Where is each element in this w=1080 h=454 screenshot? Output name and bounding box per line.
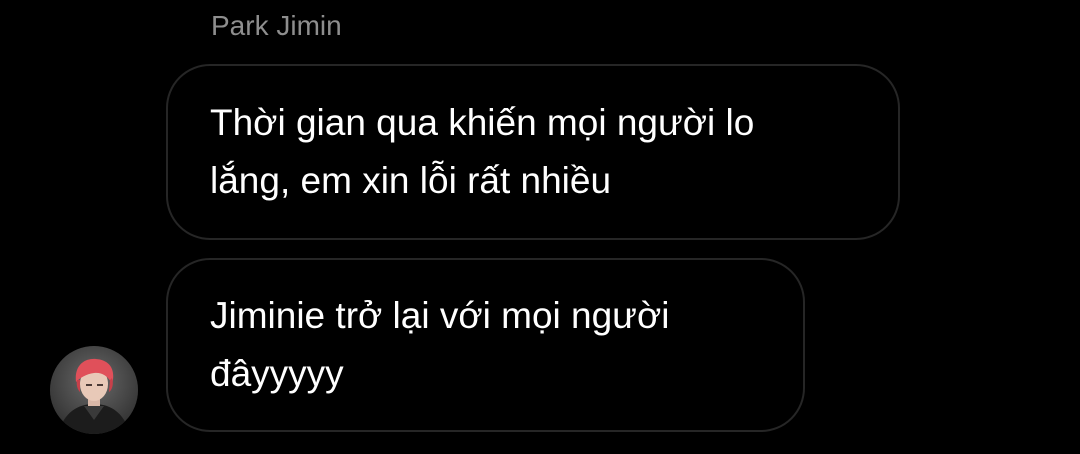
sender-avatar[interactable]: [50, 346, 138, 434]
message-text: Thời gian qua khiến mọi người lo lắng, e…: [210, 102, 755, 201]
message-bubble[interactable]: Jiminie trở lại với mọi người đâyyyyy: [166, 258, 805, 432]
chat-screen: Park Jimin Thời gian qua khiến mọi người…: [0, 0, 1080, 454]
avatar-photo-icon: [50, 346, 138, 434]
message-text: Jiminie trở lại với mọi người đâyyyyy: [210, 295, 670, 394]
sender-name: Park Jimin: [211, 10, 342, 41]
message-bubble[interactable]: Thời gian qua khiến mọi người lo lắng, e…: [166, 64, 900, 240]
